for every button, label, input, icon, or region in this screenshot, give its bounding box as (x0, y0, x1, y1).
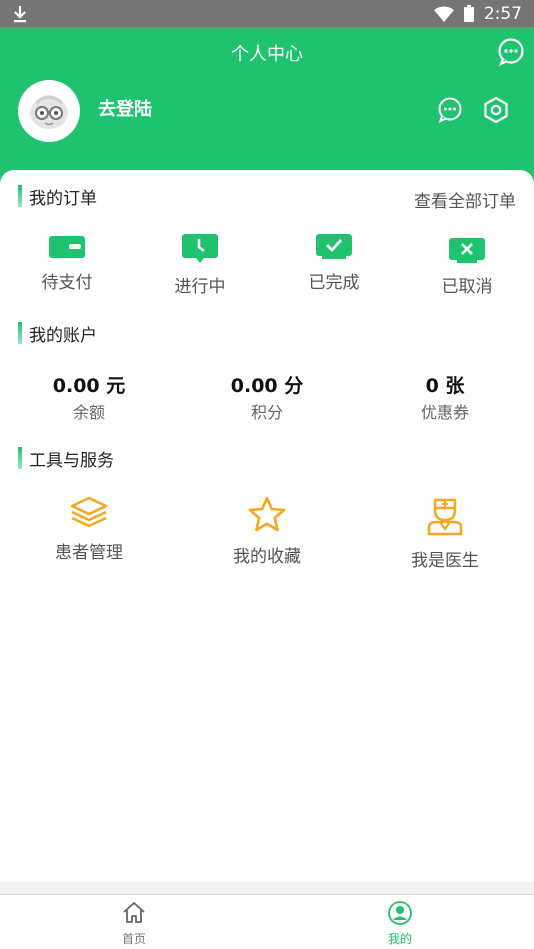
coupons-item[interactable]: 0 张 优惠券 (385, 371, 505, 423)
chat-bubble-icon[interactable] (496, 37, 526, 67)
view-all-orders-link[interactable]: 查看全部订单 (414, 187, 516, 212)
points-label: 积分 (250, 403, 283, 422)
avatar-glasses-icon (30, 95, 68, 129)
order-pending-payment[interactable]: 待支付 (17, 234, 117, 293)
balance-label: 余额 (72, 403, 105, 422)
order-label: 已取消 (441, 277, 493, 297)
account-title: 我的账户 (29, 325, 97, 346)
order-label: 待支付 (41, 273, 93, 293)
page-title: 个人中心 (231, 44, 303, 65)
orders-title: 我的订单 (29, 188, 97, 209)
login-link[interactable]: 去登陆 (98, 95, 152, 121)
nav-mine[interactable]: 我的 (360, 901, 440, 947)
nav-home[interactable]: 首页 (94, 901, 174, 947)
points-value: 0.00 分 (230, 375, 304, 397)
my-favorites[interactable]: 我的收藏 (207, 496, 327, 567)
wifi-icon (433, 6, 454, 22)
tools-title: 工具与服务 (29, 450, 114, 471)
download-icon (14, 5, 26, 22)
layers-icon (70, 496, 108, 528)
clock-icon (182, 234, 218, 263)
battery-icon (463, 5, 474, 22)
balance-item[interactable]: 0.00 元 余额 (29, 371, 149, 423)
section-accent-bar (18, 447, 22, 469)
settings-icon[interactable] (482, 96, 510, 124)
tool-label: 患者管理 (55, 543, 123, 563)
message-icon[interactable] (436, 96, 464, 124)
orders-section-header: 我的订单 (18, 185, 97, 209)
order-completed[interactable]: 已完成 (284, 234, 384, 293)
nav-home-label: 首页 (121, 932, 146, 946)
cancel-icon (449, 238, 485, 263)
balance-value: 0.00 元 (52, 375, 126, 397)
status-time: 2:57 (483, 3, 522, 24)
bottom-separator (0, 882, 534, 894)
nav-mine-label: 我的 (387, 932, 412, 946)
home-icon (123, 902, 145, 923)
section-accent-bar (18, 322, 22, 344)
patient-management[interactable]: 患者管理 (29, 496, 149, 563)
order-cancelled[interactable]: 已取消 (417, 238, 517, 297)
doctor-icon (427, 498, 463, 536)
order-label: 进行中 (174, 277, 226, 297)
section-accent-bar (18, 185, 22, 207)
order-label: 已完成 (308, 273, 360, 293)
check-icon (316, 234, 352, 259)
coupons-value: 0 张 (425, 375, 465, 397)
points-item[interactable]: 0.00 分 积分 (207, 371, 327, 423)
account-section-header: 我的账户 (18, 322, 97, 346)
wallet-icon (49, 236, 85, 258)
order-in-progress[interactable]: 进行中 (150, 234, 250, 297)
content-card: 我的订单 查看全部订单 待支付 进行中 已完成 已取消 我的账户 0.00 元 … (0, 170, 534, 882)
star-icon (248, 496, 286, 532)
tool-label: 我的收藏 (233, 547, 301, 567)
bottom-nav: 首页 我的 (0, 894, 534, 949)
tools-section-header: 工具与服务 (18, 447, 114, 471)
tool-label: 我是医生 (411, 551, 479, 571)
avatar[interactable] (18, 80, 80, 142)
coupons-label: 优惠券 (420, 403, 469, 422)
i-am-doctor[interactable]: 我是医生 (385, 496, 505, 571)
status-bar: 2:57 (0, 0, 534, 27)
header: 个人中心 去登陆 (0, 27, 534, 187)
user-icon (388, 901, 412, 925)
